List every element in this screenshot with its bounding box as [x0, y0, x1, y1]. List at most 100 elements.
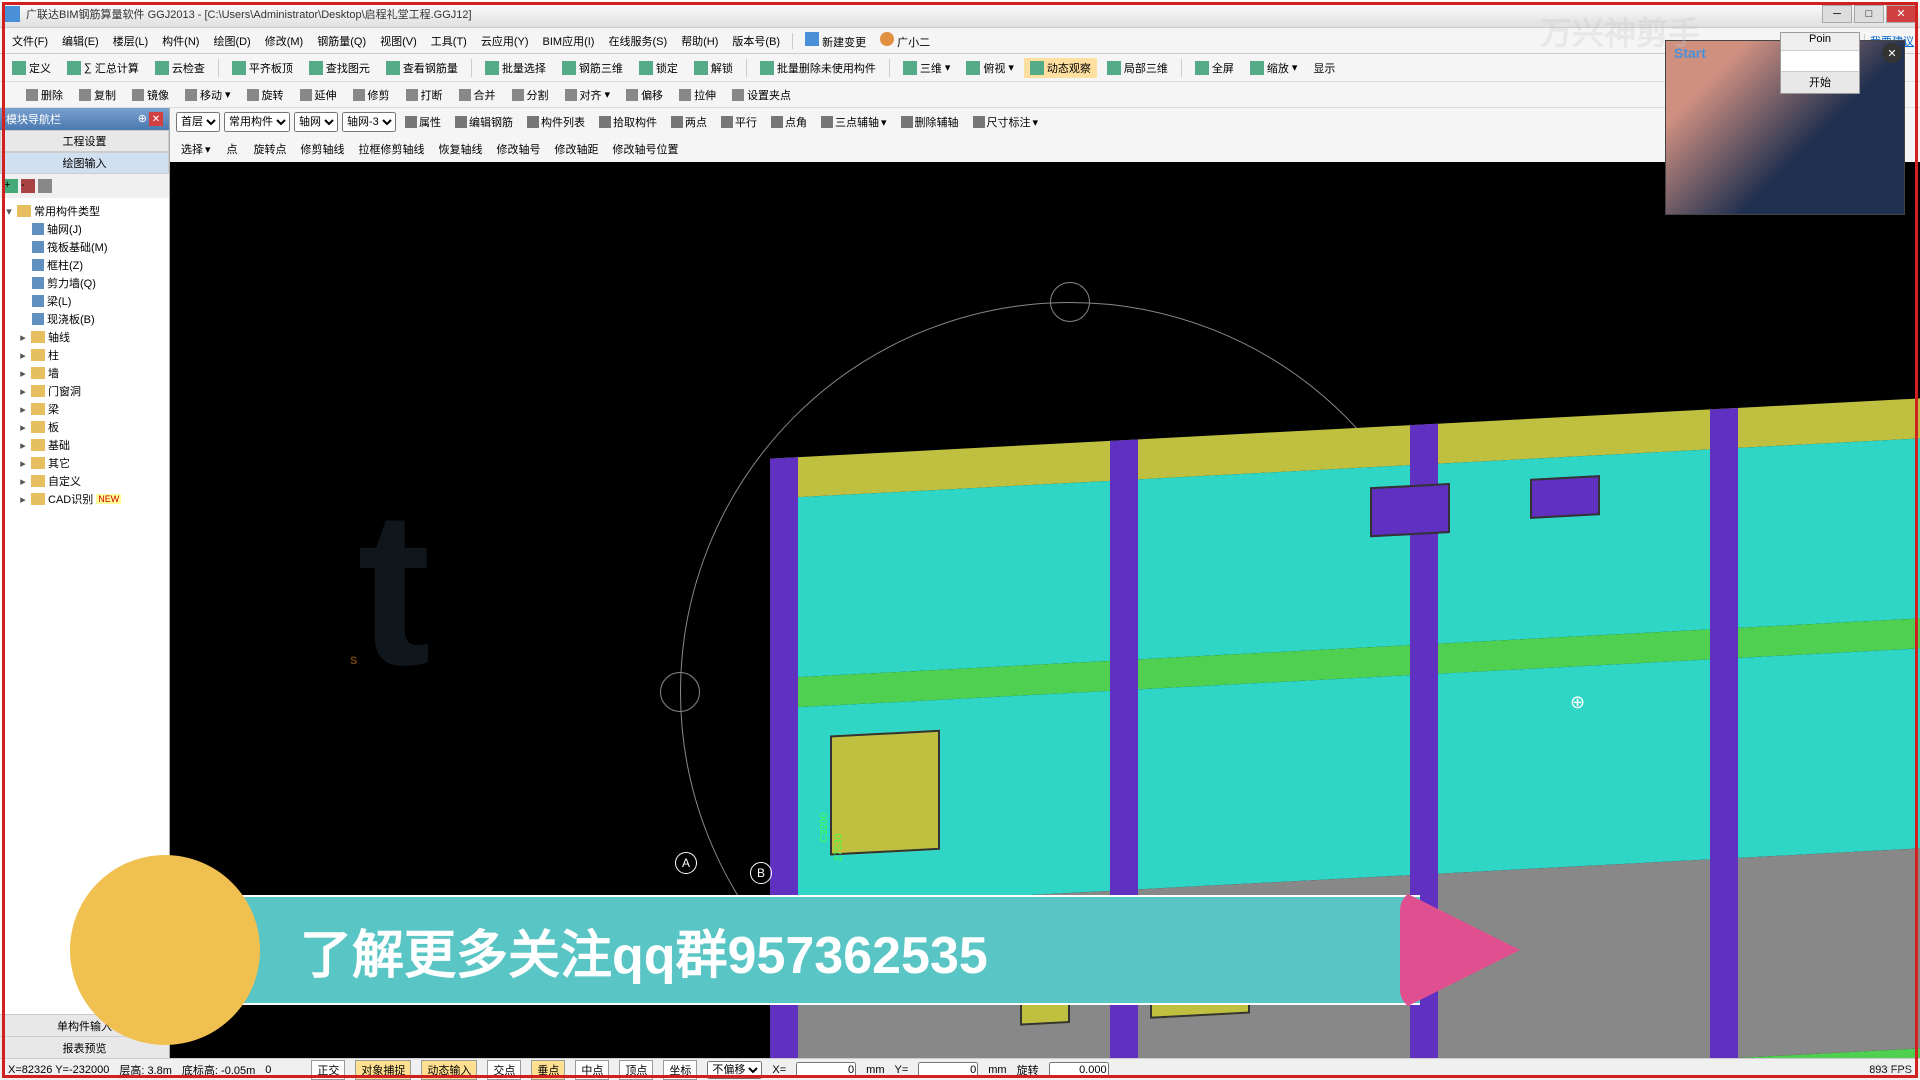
tree-custom[interactable]: ▸自定义: [4, 472, 165, 490]
input-box-button[interactable]: 开始: [1781, 71, 1859, 93]
toggle-vertex[interactable]: 顶点: [619, 1060, 653, 1080]
cfg-icon[interactable]: [38, 179, 52, 193]
btn-offset[interactable]: 偏移: [620, 85, 669, 105]
tree-col[interactable]: ▸柱: [4, 346, 165, 364]
input-box-field[interactable]: [1781, 51, 1859, 71]
btn-delete[interactable]: 删除: [20, 85, 69, 105]
toggle-coord[interactable]: 坐标: [663, 1060, 697, 1080]
menu-version[interactable]: 版本号(B): [726, 30, 786, 52]
menu-component[interactable]: 构件(N): [156, 30, 205, 52]
btn-batch-delete[interactable]: 批量删除未使用构件: [754, 58, 882, 78]
offset-select[interactable]: 不偏移: [707, 1061, 762, 1079]
menu-draw[interactable]: 绘图(D): [207, 30, 256, 52]
maximize-button[interactable]: □: [1854, 5, 1884, 23]
btn-moddist[interactable]: 修改轴距: [550, 139, 604, 159]
floor-select[interactable]: 首层: [176, 112, 220, 132]
btn-display[interactable]: 显示: [1307, 58, 1341, 78]
btn-mirror[interactable]: 镜像: [126, 85, 175, 105]
toggle-osnap[interactable]: 对象捕捉: [355, 1060, 411, 1080]
btn-unlock[interactable]: 解锁: [688, 58, 739, 78]
menu-cloud[interactable]: 云应用(Y): [475, 30, 535, 52]
btn-copy[interactable]: 复制: [73, 85, 122, 105]
btn-modnum[interactable]: 修改轴号: [492, 139, 546, 159]
btn-rotate[interactable]: 旋转: [241, 85, 290, 105]
btn-modpos[interactable]: 修改轴号位置: [608, 139, 684, 159]
orbit-handle-top[interactable]: [1050, 282, 1090, 322]
tree-plate[interactable]: ▸板: [4, 418, 165, 436]
btn-merge[interactable]: 合并: [453, 85, 502, 105]
menu-view[interactable]: 视图(V): [374, 30, 423, 52]
btn-extend[interactable]: 延伸: [294, 85, 343, 105]
tree-other[interactable]: ▸其它: [4, 454, 165, 472]
btn-view-rebar[interactable]: 查看钢筋量: [380, 58, 464, 78]
btn-stretch[interactable]: 拉伸: [673, 85, 722, 105]
menu-modify[interactable]: 修改(M): [259, 30, 310, 52]
btn-orbit[interactable]: 动态观察: [1024, 58, 1097, 78]
y-input[interactable]: [918, 1062, 978, 1078]
btn-threepoint[interactable]: 三点辅轴 ▾: [816, 112, 892, 132]
btn-cloudcheck[interactable]: 云检查: [149, 58, 211, 78]
btn-split[interactable]: 分割: [506, 85, 555, 105]
btn-sum[interactable]: ∑ 汇总计算: [61, 58, 145, 78]
orbit-handle-left[interactable]: [660, 672, 700, 712]
tree-beam[interactable]: 梁(L): [4, 292, 165, 310]
close-button[interactable]: ✕: [1886, 5, 1916, 23]
video-close-icon[interactable]: ✕: [1882, 43, 1902, 63]
btn-move[interactable]: 移动 ▾: [179, 85, 237, 105]
menu-file[interactable]: 文件(F): [6, 30, 54, 52]
tree-slab[interactable]: 现浇板(B): [4, 310, 165, 328]
btn-rotatepoint[interactable]: 旋转点: [247, 139, 292, 159]
btn-boxtrim[interactable]: 拉框修剪轴线: [354, 139, 430, 159]
btn-zoom[interactable]: 缩放 ▾: [1244, 58, 1304, 78]
btn-local3d[interactable]: 局部三维: [1101, 58, 1174, 78]
btn-batch-select[interactable]: 批量选择: [479, 58, 552, 78]
type-select[interactable]: 轴网: [294, 112, 338, 132]
menu-edit[interactable]: 编辑(E): [56, 30, 105, 52]
new-change-button[interactable]: 新建变更: [799, 29, 872, 53]
tree-wall[interactable]: ▸墙: [4, 364, 165, 382]
toggle-intersect[interactable]: 交点: [487, 1060, 521, 1080]
x-input[interactable]: [796, 1062, 856, 1078]
nav-close-icon[interactable]: ✕: [149, 112, 163, 126]
minimize-button[interactable]: ─: [1822, 5, 1852, 23]
btn-find[interactable]: 查找图元: [303, 58, 376, 78]
btn-complist[interactable]: 构件列表: [522, 112, 590, 132]
btn-delaux[interactable]: 删除辅轴: [896, 112, 964, 132]
tree-raft[interactable]: 筏板基础(M): [4, 238, 165, 256]
section-settings[interactable]: 工程设置: [0, 130, 169, 152]
tree-axis[interactable]: 轴网(J): [4, 220, 165, 238]
btn-edit-rebar[interactable]: 编辑钢筋: [450, 112, 518, 132]
btn-restore[interactable]: 恢复轴线: [434, 139, 488, 159]
tree-cad[interactable]: ▸CAD识别 NEW: [4, 490, 165, 508]
btn-lock[interactable]: 锁定: [633, 58, 684, 78]
btn-dim[interactable]: 尺寸标注 ▾: [968, 112, 1044, 132]
btn-define[interactable]: 定义: [6, 58, 57, 78]
rot-input[interactable]: [1049, 1062, 1109, 1078]
tree-shearwall[interactable]: 剪力墙(Q): [4, 274, 165, 292]
tree-axisline[interactable]: ▸轴线: [4, 328, 165, 346]
tree-opening[interactable]: ▸门窗洞: [4, 382, 165, 400]
btn-parallel[interactable]: 平行: [716, 112, 762, 132]
btn-break[interactable]: 打断: [400, 85, 449, 105]
menu-tools[interactable]: 工具(T): [425, 30, 473, 52]
btn-pick[interactable]: 拾取构件: [594, 112, 662, 132]
tree-root[interactable]: ▾常用构件类型: [4, 202, 165, 220]
menu-online[interactable]: 在线服务(S): [602, 30, 673, 52]
pin-icon[interactable]: ⊕: [138, 112, 147, 126]
btn-point[interactable]: 点: [220, 139, 243, 159]
toggle-mid[interactable]: 中点: [575, 1060, 609, 1080]
btn-align[interactable]: 对齐 ▾: [559, 85, 617, 105]
btn-pointangle[interactable]: 点角: [766, 112, 812, 132]
btn-rebar3d[interactable]: 钢筋三维: [556, 58, 629, 78]
btn-trimaxis[interactable]: 修剪轴线: [296, 139, 350, 159]
btn-3d[interactable]: 三维 ▾: [897, 58, 957, 78]
subtype-select[interactable]: 轴网-3: [342, 112, 396, 132]
tree-beam2[interactable]: ▸梁: [4, 400, 165, 418]
menu-floor[interactable]: 楼层(L): [107, 30, 154, 52]
user-name[interactable]: 广小二: [874, 29, 936, 53]
btn-trim[interactable]: 修剪: [347, 85, 396, 105]
expand-icon[interactable]: +: [4, 179, 18, 193]
btn-topview[interactable]: 俯视 ▾: [960, 58, 1020, 78]
toggle-dyninput[interactable]: 动态输入: [421, 1060, 477, 1080]
menu-help[interactable]: 帮助(H): [675, 30, 724, 52]
